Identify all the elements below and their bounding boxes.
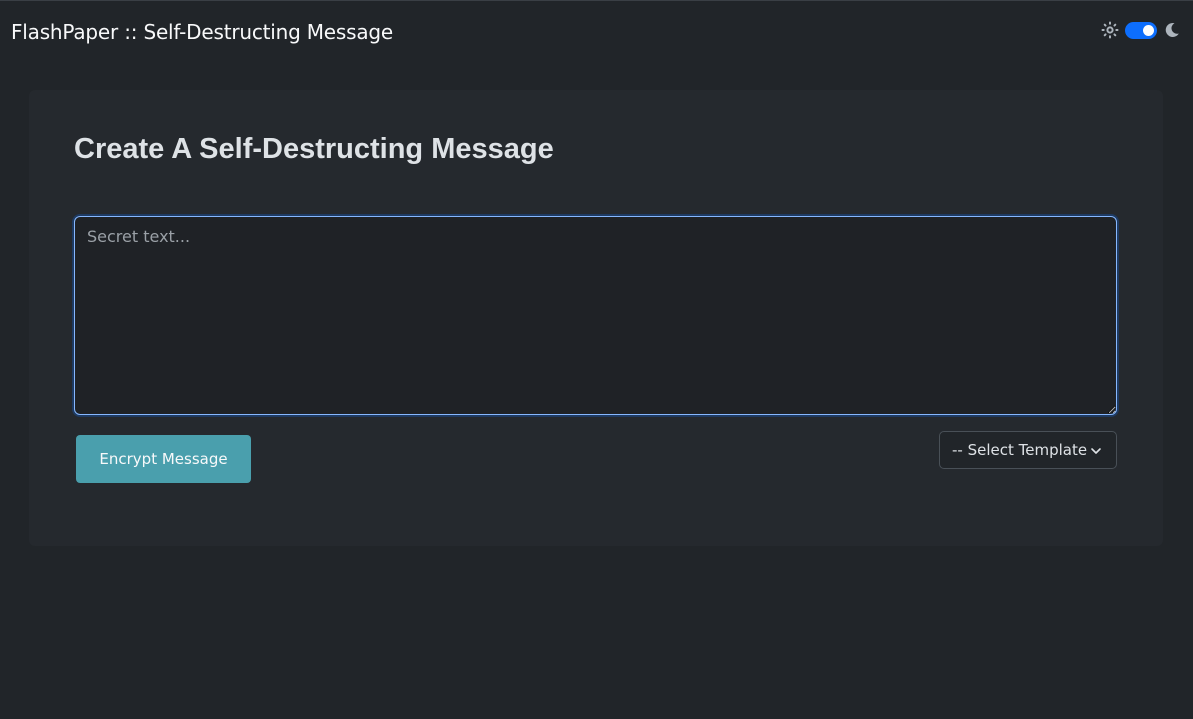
encrypt-message-button[interactable]: Encrypt Message <box>76 435 251 483</box>
sun-icon <box>1101 21 1119 39</box>
theme-switch <box>1101 20 1181 40</box>
page-title: Create A Self-Destructing Message <box>74 133 554 165</box>
toggle-knob <box>1143 24 1154 36</box>
secret-text-input[interactable] <box>74 216 1117 415</box>
message-card: Create A Self-Destructing Message Encryp… <box>29 90 1163 546</box>
chevron-down-icon <box>1090 444 1102 456</box>
theme-toggle[interactable] <box>1125 21 1157 39</box>
template-select-value: -- Select Template <box>952 441 1088 459</box>
template-select[interactable]: -- Select Template <box>939 431 1117 469</box>
app-title[interactable]: FlashPaper :: Self-Destructing Message <box>11 20 393 44</box>
navbar: FlashPaper :: Self-Destructing Message <box>0 1 1193 59</box>
moon-icon <box>1163 21 1181 39</box>
